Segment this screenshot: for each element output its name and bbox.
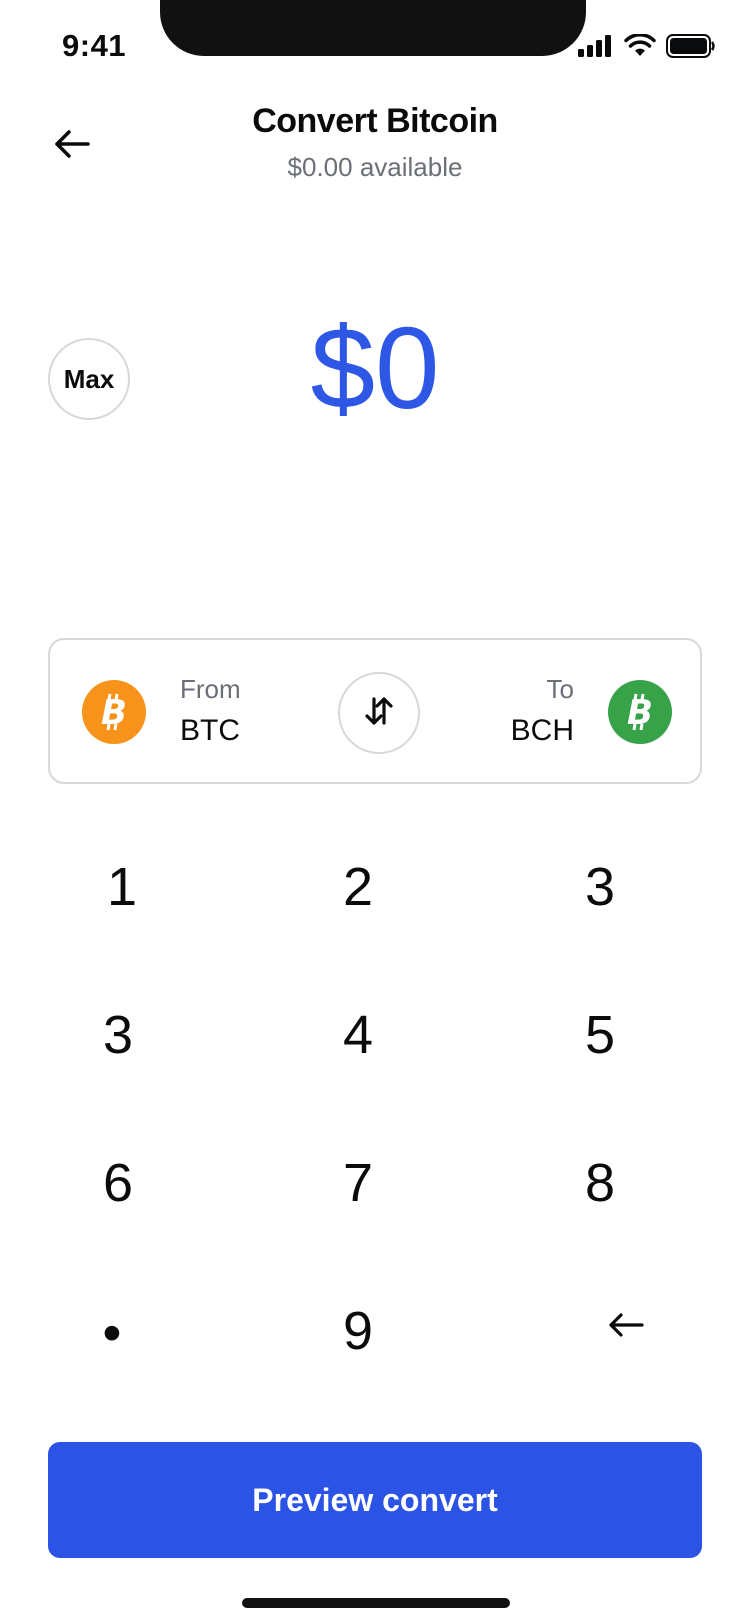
bitcoin-icon: B xyxy=(82,680,146,744)
amount-display: $0 xyxy=(310,303,440,433)
svg-text:B: B xyxy=(627,693,653,732)
svg-text:B: B xyxy=(101,693,127,732)
status-icons xyxy=(578,33,716,63)
cellular-signal-icon xyxy=(578,35,614,62)
key-6[interactable]: 6 xyxy=(38,1128,198,1238)
bitcoin-cash-icon: B xyxy=(608,680,672,744)
preview-convert-button[interactable]: Preview convert xyxy=(48,1442,702,1558)
key-4[interactable]: 4 xyxy=(278,980,438,1090)
key-backspace[interactable]: ← xyxy=(548,1268,704,1378)
backspace-arrow-icon xyxy=(606,1292,646,1354)
from-label: From xyxy=(180,674,241,704)
from-asset[interactable]: BTC xyxy=(180,714,240,748)
status-time: 9:41 xyxy=(62,28,127,63)
key-1[interactable]: 1 xyxy=(42,832,202,942)
key-2[interactable]: 2 xyxy=(278,832,438,942)
key-7[interactable]: 7 xyxy=(278,1128,438,1238)
key-9[interactable]: 9 xyxy=(278,1276,438,1386)
available-balance: $0.00 available xyxy=(287,152,463,182)
wifi-icon xyxy=(624,33,656,63)
key-8[interactable]: 8 xyxy=(520,1128,680,1238)
to-label: To xyxy=(546,674,574,704)
battery-icon xyxy=(666,34,716,63)
to-asset[interactable]: BCH xyxy=(511,714,574,748)
status-bar: 9:41 xyxy=(0,0,750,90)
swap-arrows-icon xyxy=(361,693,397,734)
swap-button[interactable] xyxy=(338,672,420,754)
home-indicator xyxy=(242,1598,510,1608)
key-5[interactable]: 5 xyxy=(520,980,680,1090)
key-3[interactable]: 3 xyxy=(520,832,680,942)
page-title: Convert Bitcoin xyxy=(252,102,498,140)
key-decimal[interactable]: • xyxy=(32,1278,192,1388)
notch xyxy=(160,0,586,56)
convert-pair-card: B From BTC To BCH B xyxy=(48,638,702,784)
key-3b[interactable]: 3 xyxy=(38,980,198,1090)
